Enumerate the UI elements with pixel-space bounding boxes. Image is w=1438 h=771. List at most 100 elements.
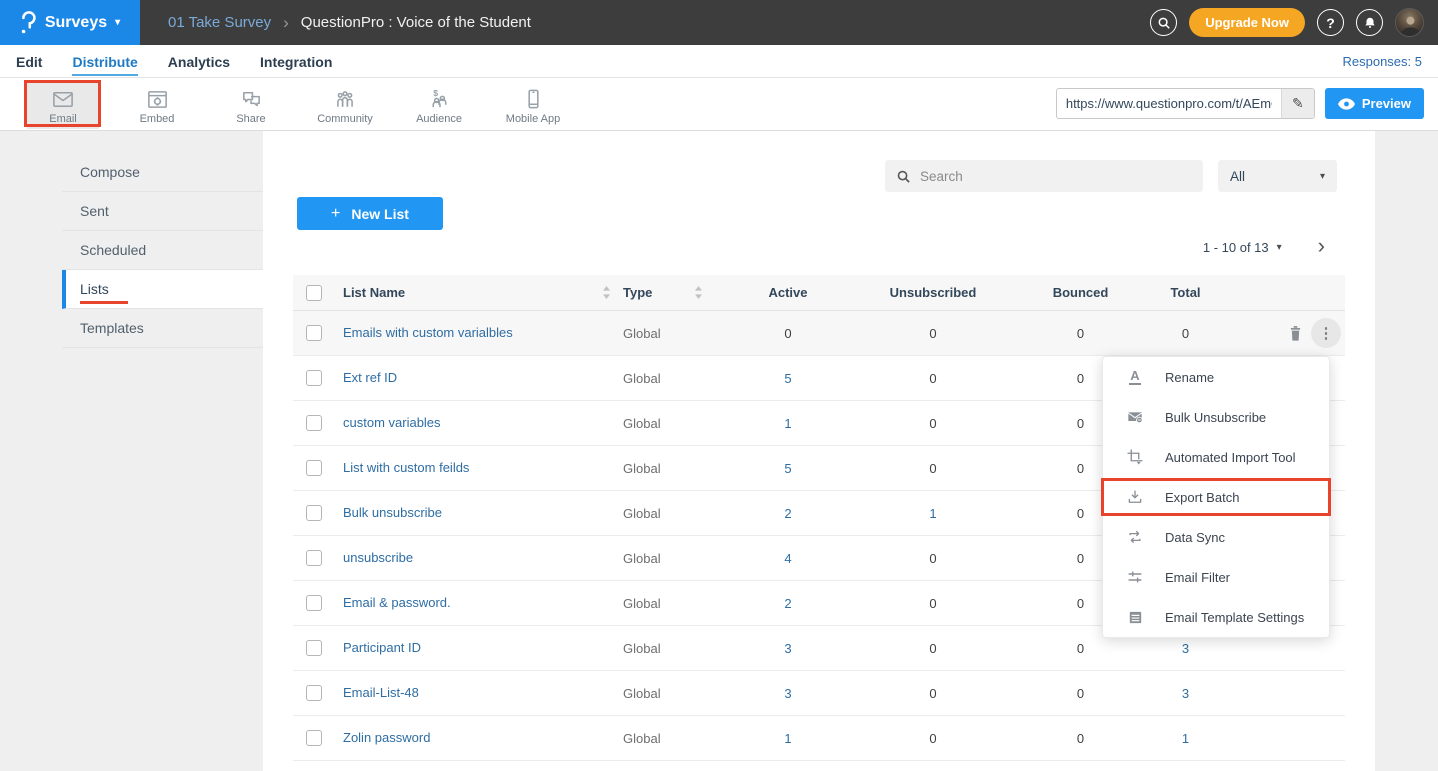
unsubscribed-count[interactable]: 1 [843, 506, 1023, 521]
row-checkbox[interactable] [306, 325, 322, 341]
unsubscribed-count[interactable]: 0 [843, 416, 1023, 431]
active-count[interactable]: 4 [733, 551, 843, 566]
user-avatar[interactable] [1395, 8, 1424, 37]
tab-integration[interactable]: Integration [260, 47, 332, 76]
sidebar-item-compose[interactable]: Compose [62, 153, 263, 192]
row-checkbox[interactable] [306, 550, 322, 566]
menu-item-bulk-unsubscribe[interactable]: Bulk Unsubscribe [1103, 397, 1329, 437]
unsubscribed-count[interactable]: 0 [843, 461, 1023, 476]
table-row[interactable]: Email-List-48 Global 3 0 0 3 [293, 671, 1345, 716]
active-count[interactable]: 1 [733, 731, 843, 746]
tool-mobile-app[interactable]: Mobile App [497, 80, 569, 129]
tool-audience[interactable]: $Audience [403, 80, 475, 129]
column-header-active[interactable]: Active [733, 285, 843, 300]
edit-url-pencil-icon[interactable]: ✎ [1281, 89, 1314, 118]
search-input[interactable] [920, 169, 1192, 184]
bounced-count[interactable]: 0 [1023, 641, 1138, 656]
unsubscribed-count[interactable]: 0 [843, 596, 1023, 611]
active-count[interactable]: 3 [733, 641, 843, 656]
unsubscribed-count[interactable]: 0 [843, 731, 1023, 746]
menu-item-email-filter[interactable]: Email Filter [1103, 557, 1329, 597]
sidebar-item-templates[interactable]: Templates [62, 309, 263, 348]
bounced-count[interactable]: 0 [1023, 326, 1138, 341]
sidebar-item-sent[interactable]: Sent [62, 192, 263, 231]
active-count[interactable]: 3 [733, 686, 843, 701]
table-row[interactable]: Emails with custom varialbles Global 0 0… [293, 311, 1345, 356]
trash-icon[interactable] [1287, 324, 1304, 343]
list-name-link[interactable]: custom variables [343, 415, 441, 430]
unsubscribed-count[interactable]: 0 [843, 371, 1023, 386]
menu-item-export-batch[interactable]: Export Batch [1103, 477, 1329, 517]
search-icon[interactable] [1150, 9, 1177, 36]
list-name-link[interactable]: unsubscribe [343, 550, 413, 565]
list-name-link[interactable]: Bulk unsubscribe [343, 505, 442, 520]
row-checkbox[interactable] [306, 460, 322, 476]
row-checkbox[interactable] [306, 505, 322, 521]
row-checkbox[interactable] [306, 730, 322, 746]
sort-icon[interactable] [694, 286, 703, 299]
tool-share[interactable]: Share [215, 80, 287, 129]
new-list-button[interactable]: + New List [297, 197, 443, 230]
row-checkbox[interactable] [306, 370, 322, 386]
total-count[interactable]: 3 [1138, 686, 1233, 701]
table-row[interactable]: Zolin password Global 1 0 0 1 [293, 716, 1345, 761]
list-name-link[interactable]: Zolin password [343, 730, 430, 745]
active-count[interactable]: 0 [733, 326, 843, 341]
pagination-range[interactable]: 1 - 10 of 13 [1203, 240, 1269, 255]
active-count[interactable]: 2 [733, 596, 843, 611]
active-count[interactable]: 5 [733, 371, 843, 386]
tab-edit[interactable]: Edit [16, 47, 42, 76]
sidebar-item-lists[interactable]: Lists [62, 270, 263, 309]
help-icon[interactable]: ? [1317, 9, 1344, 36]
menu-item-automated-import-tool[interactable]: Automated Import Tool [1103, 437, 1329, 477]
tool-community[interactable]: Community [309, 80, 381, 129]
select-all-checkbox[interactable] [306, 285, 322, 301]
bounced-count[interactable]: 0 [1023, 686, 1138, 701]
menu-item-rename[interactable]: ARename [1103, 357, 1329, 397]
sort-icon[interactable] [602, 286, 611, 299]
active-count[interactable]: 1 [733, 416, 843, 431]
row-checkbox[interactable] [306, 685, 322, 701]
list-filter-dropdown[interactable]: All ▾ [1218, 160, 1337, 192]
list-name-link[interactable]: Emails with custom varialbles [343, 325, 513, 340]
column-header-type[interactable]: Type [623, 285, 652, 300]
bounced-count[interactable]: 0 [1023, 731, 1138, 746]
list-name-link[interactable]: Email & password. [343, 595, 451, 610]
list-name-link[interactable]: Email-List-48 [343, 685, 419, 700]
next-page-chevron-icon[interactable]: › [1318, 235, 1325, 260]
tab-analytics[interactable]: Analytics [168, 47, 230, 76]
row-checkbox[interactable] [306, 640, 322, 656]
row-checkbox[interactable] [306, 595, 322, 611]
total-count[interactable]: 3 [1138, 641, 1233, 656]
unsubscribed-count[interactable]: 0 [843, 326, 1023, 341]
upgrade-now-button[interactable]: Upgrade Now [1189, 8, 1305, 37]
kebab-menu-icon[interactable]: ⋮ [1311, 318, 1341, 348]
column-header-unsubscribed[interactable]: Unsubscribed [843, 285, 1023, 300]
row-checkbox[interactable] [306, 415, 322, 431]
column-header-list-name[interactable]: List Name [343, 285, 405, 300]
caret-down-icon[interactable]: ▾ [1277, 242, 1282, 253]
list-name-link[interactable]: Participant ID [343, 640, 421, 655]
notifications-bell-icon[interactable] [1356, 9, 1383, 36]
tool-email[interactable]: Email [27, 80, 99, 129]
survey-url-input[interactable] [1057, 96, 1281, 111]
active-count[interactable]: 5 [733, 461, 843, 476]
unsubscribed-count[interactable]: 0 [843, 551, 1023, 566]
list-name-link[interactable]: List with custom feilds [343, 460, 469, 475]
unsubscribed-count[interactable]: 0 [843, 686, 1023, 701]
total-count[interactable]: 1 [1138, 731, 1233, 746]
tab-distribute[interactable]: Distribute [72, 47, 137, 76]
sidebar-item-scheduled[interactable]: Scheduled [62, 231, 263, 270]
menu-item-data-sync[interactable]: Data Sync [1103, 517, 1329, 557]
active-count[interactable]: 2 [733, 506, 843, 521]
menu-item-email-template-settings[interactable]: Email Template Settings [1103, 597, 1329, 637]
total-count[interactable]: 0 [1138, 326, 1233, 341]
column-header-bounced[interactable]: Bounced [1023, 285, 1138, 300]
tool-embed[interactable]: Embed [121, 80, 193, 129]
unsubscribed-count[interactable]: 0 [843, 641, 1023, 656]
surveys-product-menu[interactable]: Surveys ▾ [0, 0, 140, 45]
breadcrumb-survey-name[interactable]: 01 Take Survey [168, 14, 271, 31]
list-name-link[interactable]: Ext ref ID [343, 370, 397, 385]
preview-button[interactable]: Preview [1325, 88, 1424, 119]
column-header-total[interactable]: Total [1138, 285, 1233, 300]
